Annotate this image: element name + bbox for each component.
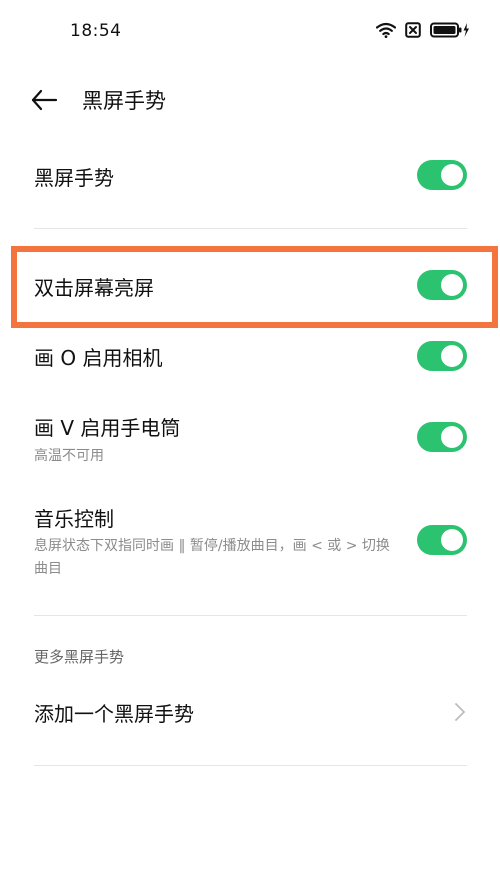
status-bar: 18:54: [0, 0, 500, 64]
page-title: 黑屏手势: [82, 89, 166, 113]
draw-v-toggle-switch[interactable]: [417, 422, 467, 452]
setting-row-main-toggle: 黑屏手势: [0, 150, 500, 204]
sim-off-icon: [405, 22, 421, 38]
divider: [34, 228, 467, 229]
battery-charging-icon: [430, 22, 469, 38]
setting-label: 画 V 启用手电筒: [34, 416, 181, 440]
wifi-icon: [376, 22, 396, 38]
chevron-right-icon: [455, 703, 465, 721]
header: 黑屏手势: [0, 76, 500, 124]
setting-label: 画 O 启用相机: [34, 346, 163, 370]
draw-o-toggle-switch[interactable]: [417, 341, 467, 371]
toggle-knob: [441, 529, 463, 551]
setting-row-music: 音乐控制 息屏状态下双指同时画 ‖ 暂停/播放曲目，画 < 或 > 切换曲目: [0, 491, 500, 591]
setting-row-draw-o: 画 O 启用相机: [0, 330, 500, 384]
setting-description: 息屏状态下双指同时画 ‖ 暂停/播放曲目，画 < 或 > 切换曲目: [34, 538, 390, 577]
section-header: 更多黑屏手势: [34, 648, 125, 666]
setting-label: 添加一个黑屏手势: [34, 702, 194, 726]
setting-description: 高温不可用: [34, 448, 104, 464]
main-toggle-switch[interactable]: [417, 160, 467, 190]
setting-row-draw-v: 画 V 启用手电筒 高温不可用: [0, 400, 500, 476]
add-gesture-item[interactable]: 添加一个黑屏手势: [0, 686, 500, 740]
toggle-knob: [441, 426, 463, 448]
toggle-knob: [441, 164, 463, 186]
setting-label: 音乐控制: [34, 507, 114, 531]
status-icons: [376, 22, 470, 38]
status-time: 18:54: [70, 21, 122, 41]
back-button[interactable]: [30, 86, 60, 114]
music-toggle-switch[interactable]: [417, 525, 467, 555]
divider: [34, 765, 467, 766]
toggle-knob: [441, 345, 463, 367]
divider: [34, 615, 467, 616]
arrow-left-icon: [31, 89, 58, 111]
highlight-box: [11, 246, 498, 328]
setting-label: 黑屏手势: [34, 166, 114, 190]
